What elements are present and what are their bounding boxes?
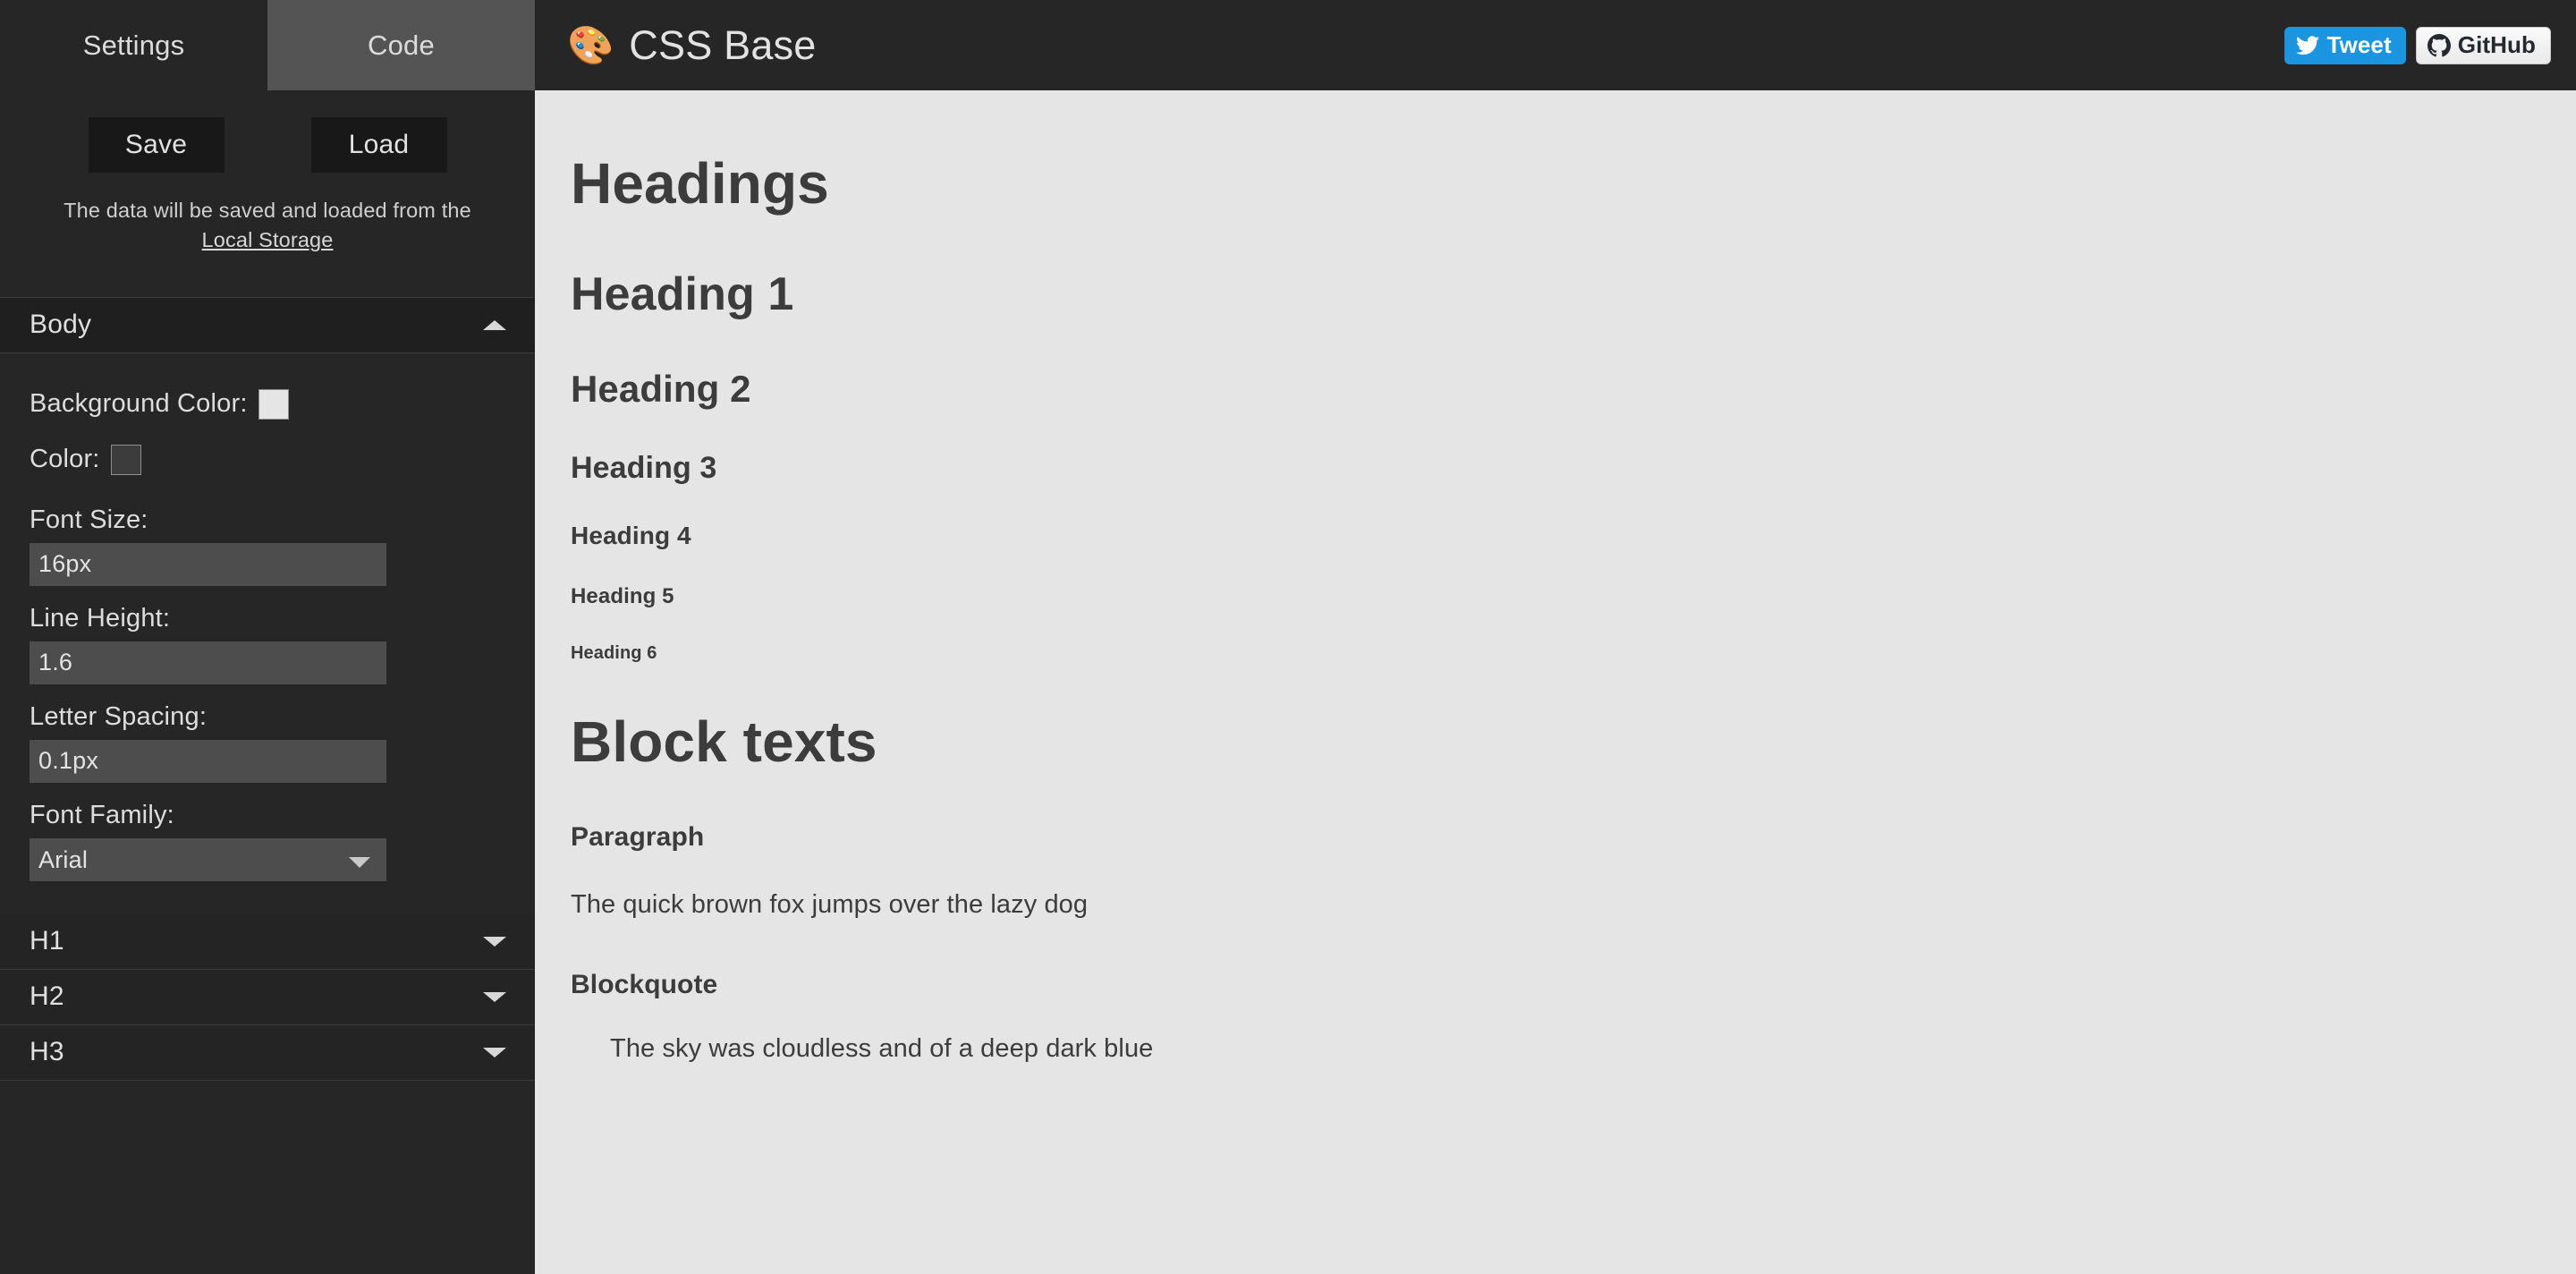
demo-heading-5: Heading 5: [571, 584, 674, 608]
sidebar: Settings Code Save Load The data will be…: [0, 0, 535, 1274]
background-color-label: Background Color:: [30, 389, 248, 419]
letter-spacing-field: Letter Spacing:: [30, 702, 505, 783]
color-label: Color:: [30, 445, 100, 474]
accordion-title-h1: H1: [30, 926, 64, 956]
app-root: Settings Code Save Load The data will be…: [0, 0, 2576, 1274]
line-height-label: Line Height:: [30, 603, 171, 633]
blockquote-label: Blockquote: [571, 969, 718, 999]
tweet-button[interactable]: Tweet: [2284, 26, 2406, 64]
accordion-title-h2: H2: [30, 981, 64, 1012]
letter-spacing-input[interactable]: [30, 739, 386, 783]
font-family-field: Font Family: Arial: [30, 801, 505, 881]
tweet-label: Tweet: [2326, 31, 2392, 58]
chevron-down-icon[interactable]: [483, 1047, 506, 1057]
github-icon: [2427, 33, 2451, 56]
accordion-header-h2[interactable]: H2: [0, 969, 535, 1025]
color-swatch[interactable]: [110, 444, 141, 475]
demo-heading-4: Heading 4: [571, 522, 691, 549]
chevron-down-icon[interactable]: [483, 991, 506, 1002]
tab-code[interactable]: Code: [267, 0, 535, 90]
accordion-panel-body: Background Color: Color: Font Size: Line…: [0, 352, 535, 914]
section-heading-headings: Headings: [571, 151, 829, 216]
letter-spacing-label: Letter Spacing:: [30, 701, 208, 731]
topbar-actions: Tweet GitHub: [2284, 26, 2551, 64]
palette-icon: 🎨: [567, 23, 614, 66]
accordion-title-body: Body: [30, 310, 92, 340]
demo-heading-6: Heading 6: [571, 643, 657, 663]
save-load-buttons: Save Load: [16, 117, 519, 173]
font-family-select[interactable]: Arial: [30, 837, 386, 881]
github-button[interactable]: GitHub: [2415, 26, 2551, 64]
preview-pane: Headings Heading 1 Heading 2 Heading 3 H…: [535, 90, 2576, 1274]
save-button[interactable]: Save: [88, 117, 225, 173]
line-height-field: Line Height:: [30, 604, 505, 684]
font-family-label: Font Family:: [30, 800, 174, 829]
topbar: 🎨 CSS Base Tweet GitHub: [535, 0, 2576, 90]
blockquote-text: The sky was cloudless and of a deep dark…: [610, 1034, 1154, 1064]
chevron-down-icon[interactable]: [483, 936, 506, 947]
demo-heading-3: Heading 3: [571, 450, 717, 485]
brand: 🎨 CSS Base: [567, 22, 817, 69]
github-label: GitHub: [2457, 31, 2536, 58]
background-color-field: Background Color:: [30, 377, 505, 432]
load-button[interactable]: Load: [310, 117, 447, 173]
line-height-input[interactable]: [30, 641, 386, 684]
color-field: Color:: [30, 432, 505, 488]
accordion-header-h1[interactable]: H1: [0, 913, 535, 970]
demo-heading-1: Heading 1: [571, 268, 794, 320]
chevron-up-icon[interactable]: [483, 319, 506, 330]
sidebar-tabs: Settings Code: [0, 0, 535, 90]
page-title: CSS Base: [629, 21, 817, 68]
save-load-panel: Save Load The data will be saved and loa…: [0, 90, 535, 298]
storage-hint-text: The data will be saved and loaded from t…: [64, 199, 471, 222]
accordion-header-h3[interactable]: H3: [0, 1024, 535, 1081]
section-heading-block-texts: Block texts: [571, 709, 877, 774]
paragraph-text: The quick brown fox jumps over the lazy …: [571, 889, 1089, 919]
local-storage-link[interactable]: Local Storage: [202, 228, 334, 251]
font-size-label: Font Size:: [30, 505, 148, 534]
font-size-field: Font Size:: [30, 505, 505, 586]
tab-settings[interactable]: Settings: [0, 0, 267, 90]
accordion-title-h3: H3: [30, 1037, 64, 1067]
paragraph-label: Paragraph: [571, 822, 705, 852]
font-family-select-wrap: Arial: [30, 837, 386, 881]
storage-hint: The data will be saved and loaded from t…: [16, 196, 519, 256]
background-color-swatch[interactable]: [258, 388, 289, 420]
twitter-icon: [2296, 35, 2320, 55]
accordion-header-body[interactable]: Body: [0, 297, 535, 353]
demo-heading-2: Heading 2: [571, 368, 751, 410]
font-size-input[interactable]: [30, 542, 386, 586]
main-area: 🎨 CSS Base Tweet GitHub Headings Heading…: [535, 0, 2576, 1274]
